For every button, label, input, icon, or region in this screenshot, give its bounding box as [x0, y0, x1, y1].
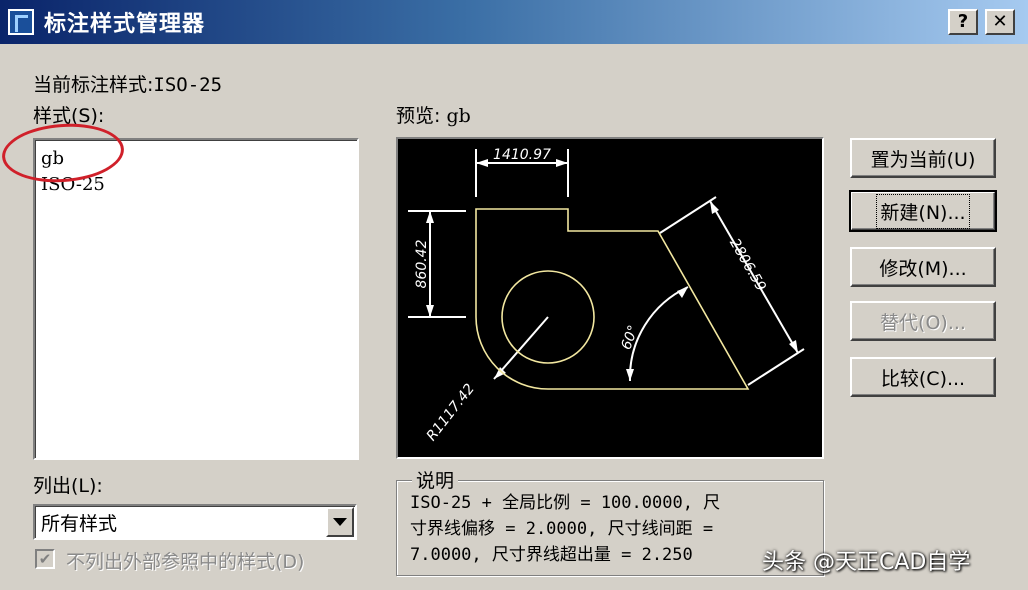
preview-label: 预览: gb	[396, 105, 471, 127]
preview-style-name: gb	[446, 105, 471, 127]
ext-line	[659, 196, 717, 234]
arrowhead	[556, 159, 568, 167]
window-title: 标注样式管理器	[44, 12, 206, 37]
list-filter-label: 列出(L):	[33, 475, 103, 497]
dim-left-text: 860.42	[414, 239, 430, 288]
styles-listbox[interactable]: gb ISO-25	[33, 138, 359, 460]
part-outline	[475, 208, 750, 390]
description-title: 说明	[412, 466, 459, 493]
modify-button[interactable]: 修改(M)...	[850, 247, 996, 287]
chevron-down-icon[interactable]	[326, 507, 354, 537]
watermark: 头条 @天正CAD自学	[762, 550, 971, 575]
dim-angle-text: 60°	[618, 323, 642, 352]
list-filter-select[interactable]: 所有样式	[33, 504, 357, 540]
app-icon	[8, 9, 34, 35]
current-style-value: ISO-25	[153, 74, 223, 96]
title-bar: 标注样式管理器 ? ✕	[0, 0, 1028, 44]
arrowhead	[426, 305, 434, 317]
preview-panel: 1410.97 860.42 2806.59 60° R1117.42	[396, 137, 824, 459]
exclude-xref-label: 不列出外部参照中的样式(D)	[66, 551, 305, 573]
description-text: ISO-25 + 全局比例 = 100.0000, 尺寸界线偏移 = 2.000…	[410, 493, 721, 565]
dim-right-text: 2806.59	[726, 236, 769, 294]
set-current-button[interactable]: 置为当前(U)	[850, 138, 996, 178]
help-button[interactable]: ?	[948, 9, 978, 35]
dim-top-text: 1410.97	[493, 147, 551, 163]
compare-button[interactable]: 比较(C)...	[850, 357, 996, 397]
override-button[interactable]: 替代(O)...	[850, 301, 996, 341]
new-button[interactable]: 新建(N)...	[849, 190, 997, 232]
arrowhead	[426, 211, 434, 223]
arrowhead	[626, 369, 634, 381]
ext-line	[747, 348, 805, 386]
current-style-label: 当前标注样式:ISO-25	[33, 74, 223, 96]
arrowhead	[789, 340, 798, 353]
preview-drawing: 1410.97 860.42 2806.59 60° R1117.42	[408, 147, 805, 444]
arrowhead	[476, 159, 488, 167]
list-filter-value: 所有样式	[41, 512, 118, 535]
dim-radius-text: R1117.42	[424, 381, 478, 444]
exclude-xref-checkbox[interactable]: ✔	[35, 549, 55, 569]
arrowhead	[710, 201, 719, 214]
close-button[interactable]: ✕	[985, 9, 1015, 35]
